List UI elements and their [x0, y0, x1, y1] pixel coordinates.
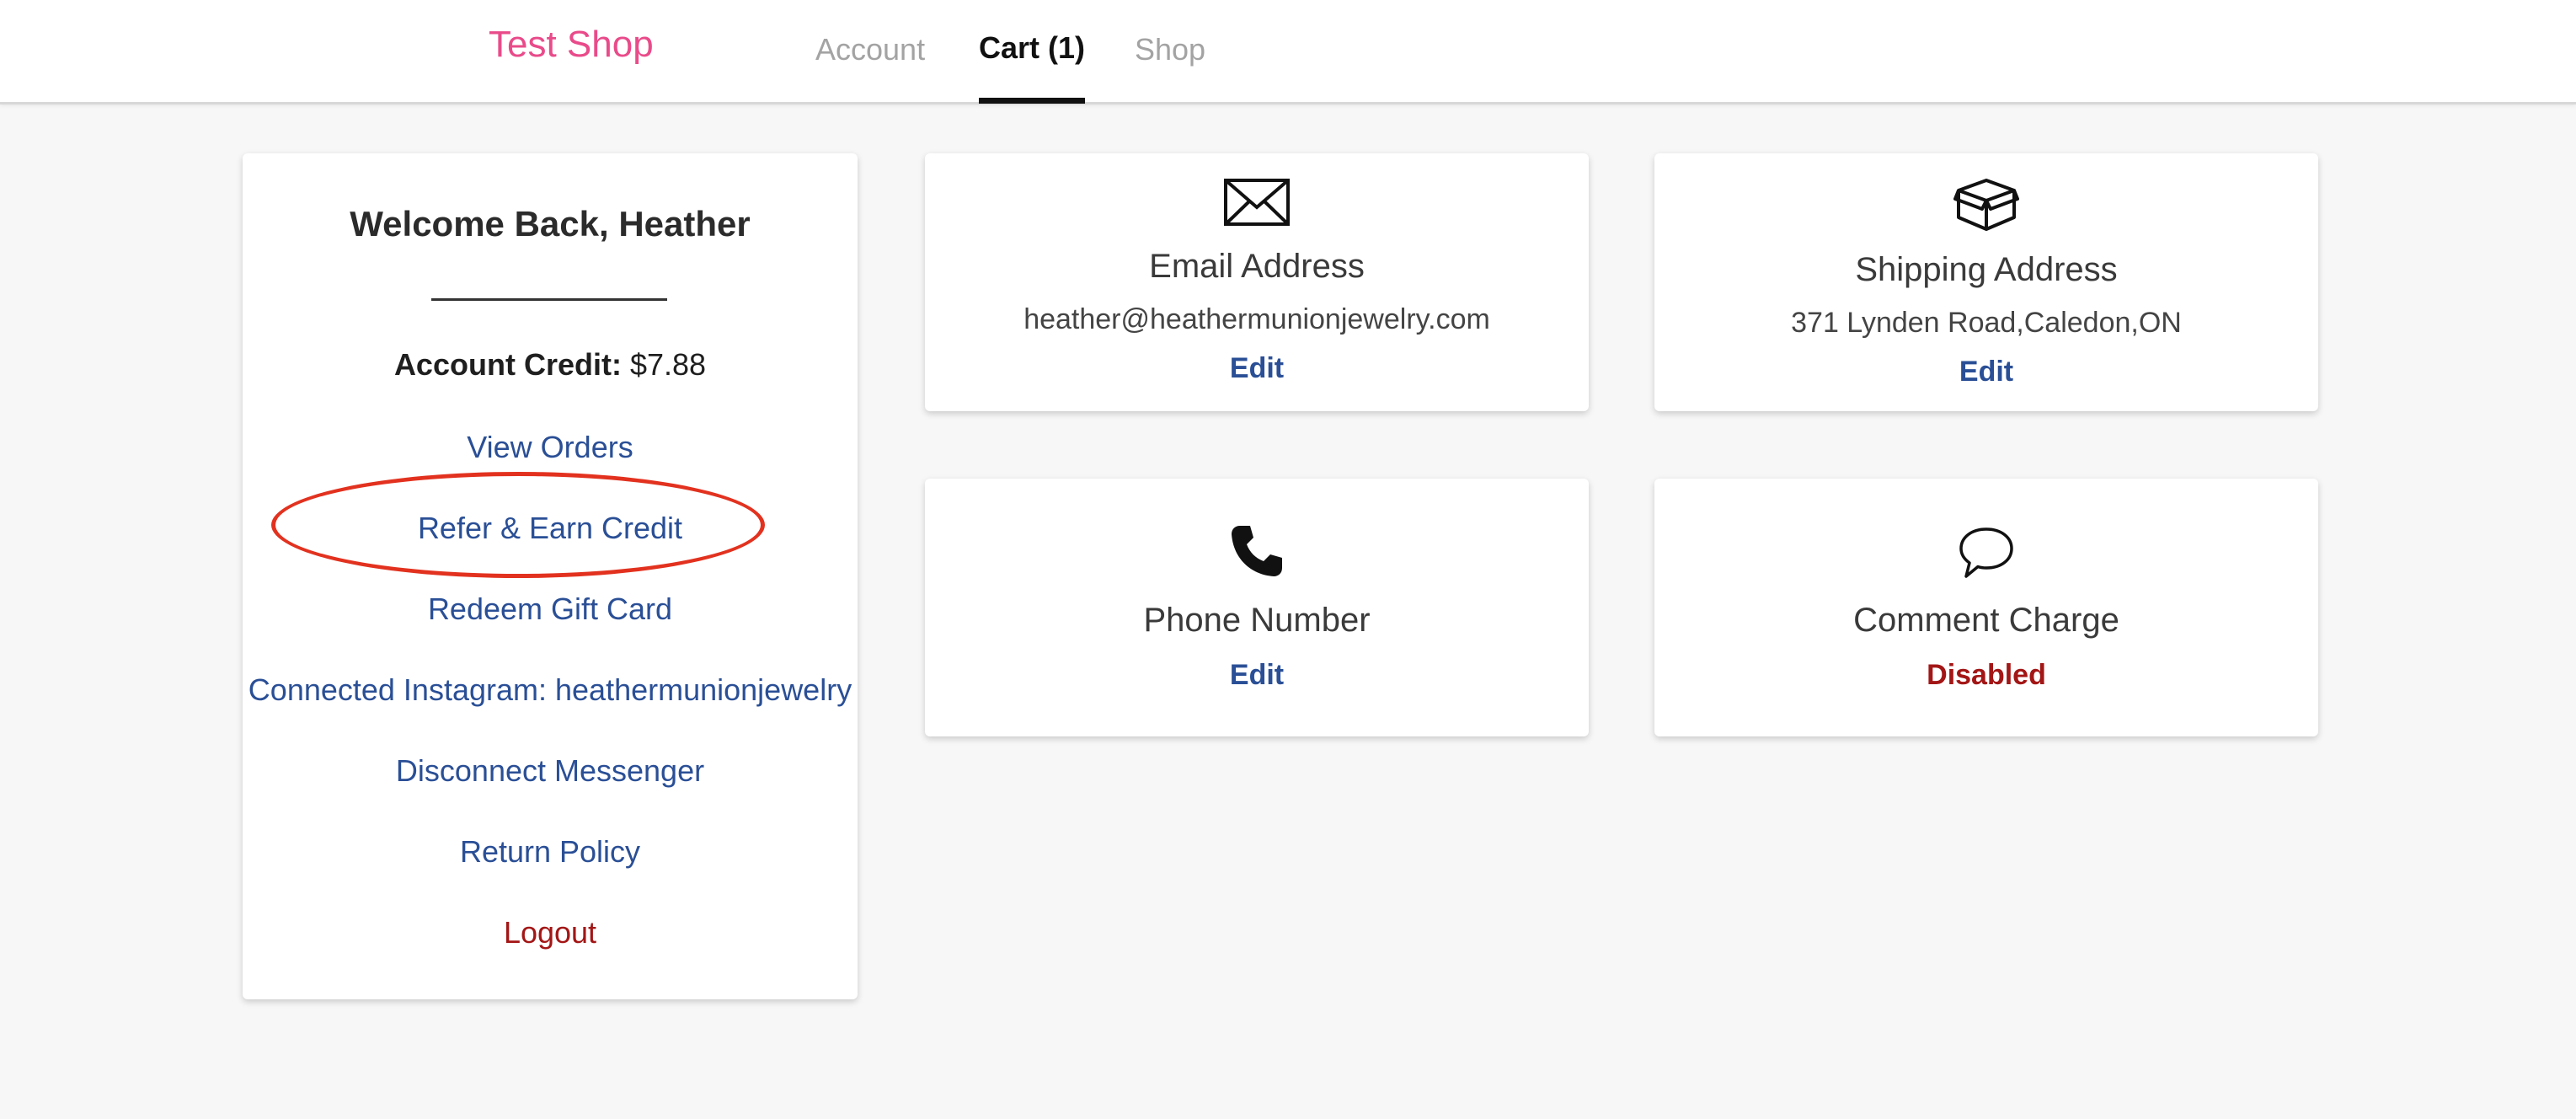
comment-charge-card: Comment Charge Disabled — [1654, 479, 2318, 736]
shipping-card: Shipping Address 371 Lynden Road,Caledon… — [1654, 153, 2318, 411]
speech-bubble-icon — [1959, 527, 2013, 578]
shipping-value: 371 Lynden Road,Caledon,ON — [1791, 307, 2182, 339]
brand-logo[interactable]: Test Shop — [489, 24, 654, 66]
shipping-edit-link[interactable]: Edit — [1654, 356, 2318, 388]
phone-icon — [1232, 526, 1282, 576]
box-icon — [1953, 179, 2019, 231]
comment-charge-status: Disabled — [1927, 659, 2046, 691]
email-value: heather@heathermunionjewelry.com — [1023, 303, 1490, 335]
comment-charge-title: Comment Charge — [1853, 602, 2119, 639]
account-credit: Account Credit: $7.88 — [243, 347, 858, 383]
shipping-title: Shipping Address — [1855, 251, 2118, 288]
welcome-divider — [431, 298, 667, 301]
phone-title: Phone Number — [1143, 602, 1371, 639]
disconnect-messenger-link[interactable]: Disconnect Messenger — [243, 753, 858, 789]
account-credit-label: Account Credit: — [393, 347, 622, 382]
phone-card: Phone Number Edit — [925, 479, 1589, 736]
phone-edit-link[interactable]: Edit — [925, 659, 1589, 692]
logout-link[interactable]: Logout — [243, 915, 858, 950]
email-title: Email Address — [1149, 248, 1365, 285]
account-card: Welcome Back, Heather Account Credit: $7… — [243, 153, 858, 999]
return-policy-link[interactable]: Return Policy — [243, 834, 858, 870]
email-edit-link[interactable]: Edit — [925, 352, 1589, 385]
connected-instagram-link[interactable]: Connected Instagram: heathermunionjewelr… — [243, 672, 858, 708]
tab-account[interactable]: Account — [815, 32, 925, 67]
active-tab-indicator — [979, 98, 1085, 104]
redeem-gift-card-link[interactable]: Redeem Gift Card — [243, 592, 858, 627]
email-card: Email Address heather@heathermunionjewel… — [925, 153, 1589, 411]
top-nav-bar: Test Shop Account Cart (1) Shop — [0, 0, 2576, 104]
view-orders-link[interactable]: View Orders — [243, 430, 858, 465]
account-credit-value: $7.88 — [629, 347, 707, 382]
refer-earn-credit-link[interactable]: Refer & Earn Credit — [243, 511, 858, 546]
tab-cart[interactable]: Cart (1) — [979, 30, 1085, 66]
envelope-icon — [1224, 179, 1290, 226]
tab-shop[interactable]: Shop — [1135, 32, 1205, 67]
welcome-heading: Welcome Back, Heather — [350, 204, 751, 244]
